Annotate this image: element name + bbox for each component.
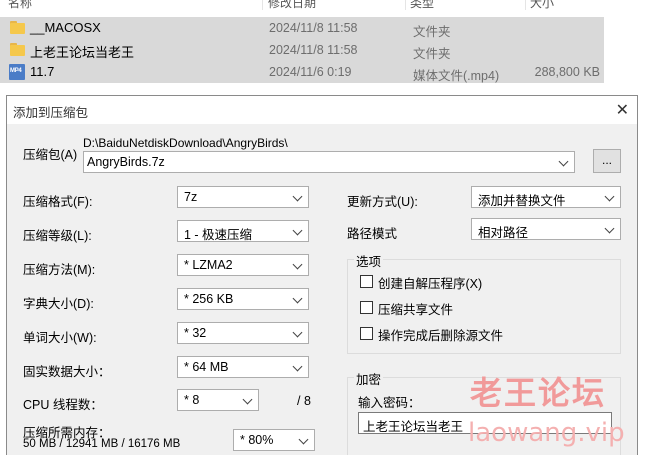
memory-detail: 50 MB / 12941 MB / 16176 MB bbox=[23, 438, 181, 450]
level-value: 1 - 极速压缩 bbox=[184, 228, 253, 242]
chevron-down-icon bbox=[291, 224, 305, 238]
watermark-text: 老王论坛 bbox=[470, 374, 607, 412]
column-header: 名称 修改日期 类型 大小 bbox=[0, 0, 652, 10]
column-divider bbox=[405, 0, 406, 10]
folder-icon bbox=[10, 43, 25, 56]
solid-value: * 64 MB bbox=[184, 360, 229, 374]
word-select[interactable]: * 32 bbox=[177, 322, 309, 344]
method-select[interactable]: * LZMA2 bbox=[177, 254, 309, 276]
memory-select[interactable]: * 80% bbox=[233, 429, 315, 451]
level-select[interactable]: 1 - 极速压缩 bbox=[177, 220, 309, 242]
chevron-down-icon[interactable] bbox=[557, 155, 571, 169]
chevron-down-icon bbox=[291, 190, 305, 204]
file-date: 2024/11/8 11:58 bbox=[269, 21, 358, 35]
dialog-title: 添加到压缩包 bbox=[13, 106, 89, 120]
column-type[interactable]: 类型 bbox=[410, 0, 434, 10]
file-name: __MACOSX bbox=[30, 20, 101, 35]
threads-label: CPU 线程数： bbox=[23, 398, 103, 412]
options-group: 选项 创建自解压程序(X) 压缩共享文件 操作完成后删除源文件 bbox=[347, 251, 621, 354]
delete-source-checkbox[interactable] bbox=[360, 327, 373, 340]
update-label: 更新方式(U): bbox=[347, 195, 418, 209]
folder-icon bbox=[10, 21, 25, 34]
sfx-label[interactable]: 创建自解压程序(X) bbox=[378, 273, 482, 292]
file-size: 288,800 KB bbox=[534, 65, 600, 79]
shared-checkbox[interactable] bbox=[360, 301, 373, 314]
chevron-down-icon bbox=[297, 433, 311, 447]
archive-path: D:\BaiduNetdiskDownload\AngryBirds\ bbox=[83, 136, 288, 150]
archive-label: 压缩包(A) bbox=[23, 148, 78, 162]
column-size[interactable]: 大小 bbox=[530, 0, 554, 10]
column-divider bbox=[525, 0, 526, 10]
file-row[interactable]: MP4 11.7 2024/11/6 0:19 媒体文件(.mp4) 288,8… bbox=[0, 61, 652, 83]
format-label: 压缩格式(F): bbox=[23, 195, 93, 209]
chevron-down-icon bbox=[241, 393, 255, 407]
file-name: 上老王论坛当老王 bbox=[30, 45, 135, 60]
options-title: 选项 bbox=[354, 251, 384, 270]
threads-select[interactable]: * 8 bbox=[177, 389, 259, 411]
threads-max: / 8 bbox=[297, 394, 311, 408]
chevron-down-icon bbox=[291, 292, 305, 306]
dict-select[interactable]: * 256 KB bbox=[177, 288, 309, 310]
file-row[interactable]: __MACOSX 2024/11/8 11:58 文件夹 bbox=[0, 17, 652, 39]
dict-label: 字典大小(D): bbox=[23, 297, 94, 311]
file-row[interactable]: 上老王论坛当老王 2024/11/8 11:58 文件夹 bbox=[0, 39, 652, 61]
method-value: * LZMA2 bbox=[184, 258, 233, 272]
archive-name-value: AngryBirds.7z bbox=[87, 155, 165, 169]
file-name: 11.7 bbox=[30, 64, 55, 79]
chevron-down-icon bbox=[291, 258, 305, 272]
word-label: 单词大小(W): bbox=[23, 331, 97, 345]
solid-select[interactable]: * 64 MB bbox=[177, 356, 309, 378]
chevron-down-icon bbox=[291, 326, 305, 340]
browse-button[interactable]: ... bbox=[593, 149, 621, 173]
file-type: 文件夹 bbox=[413, 47, 451, 61]
solid-label: 固实数据大小： bbox=[23, 365, 111, 379]
level-label: 压缩等级(L): bbox=[23, 229, 92, 243]
shared-label[interactable]: 压缩共享文件 bbox=[378, 299, 453, 318]
column-divider bbox=[262, 0, 263, 10]
pathmode-value: 相对路径 bbox=[478, 226, 529, 240]
archive-name-combo[interactable]: AngryBirds.7z bbox=[83, 151, 575, 173]
file-type: 文件夹 bbox=[413, 25, 451, 39]
chevron-down-icon bbox=[603, 190, 617, 204]
column-name[interactable]: 名称 bbox=[8, 0, 32, 10]
delete-source-label[interactable]: 操作完成后删除源文件 bbox=[378, 325, 503, 344]
file-date: 2024/11/8 11:58 bbox=[269, 43, 358, 57]
sfx-checkbox[interactable] bbox=[360, 275, 373, 288]
method-label: 压缩方法(M): bbox=[23, 263, 96, 277]
file-type: 媒体文件(.mp4) bbox=[413, 69, 500, 83]
encryption-title: 加密 bbox=[354, 369, 384, 388]
column-date[interactable]: 修改日期 bbox=[268, 0, 316, 10]
update-value: 添加并替换文件 bbox=[478, 194, 566, 208]
format-select[interactable]: 7z bbox=[177, 186, 309, 208]
threads-value: * 8 bbox=[184, 393, 200, 407]
file-date: 2024/11/6 0:19 bbox=[269, 65, 352, 79]
chevron-down-icon bbox=[603, 222, 617, 236]
password-value: 上老王论坛当老王 bbox=[363, 420, 464, 434]
pathmode-label: 路径模式 bbox=[347, 227, 398, 241]
watermark-url: laowang.vip bbox=[468, 418, 625, 448]
word-value: * 32 bbox=[184, 326, 207, 340]
close-icon[interactable]: ✕ bbox=[616, 100, 629, 120]
chevron-down-icon bbox=[291, 360, 305, 374]
memory-value: * 80% bbox=[240, 433, 274, 447]
update-select[interactable]: 添加并替换文件 bbox=[471, 186, 621, 208]
dialog-titlebar[interactable]: 添加到压缩包 ✕ bbox=[7, 96, 637, 124]
password-label: 输入密码： bbox=[358, 396, 421, 410]
dict-value: * 256 KB bbox=[184, 292, 234, 306]
format-value: 7z bbox=[184, 190, 198, 204]
mp4-file-icon: MP4 bbox=[9, 64, 25, 80]
pathmode-select[interactable]: 相对路径 bbox=[471, 218, 621, 240]
